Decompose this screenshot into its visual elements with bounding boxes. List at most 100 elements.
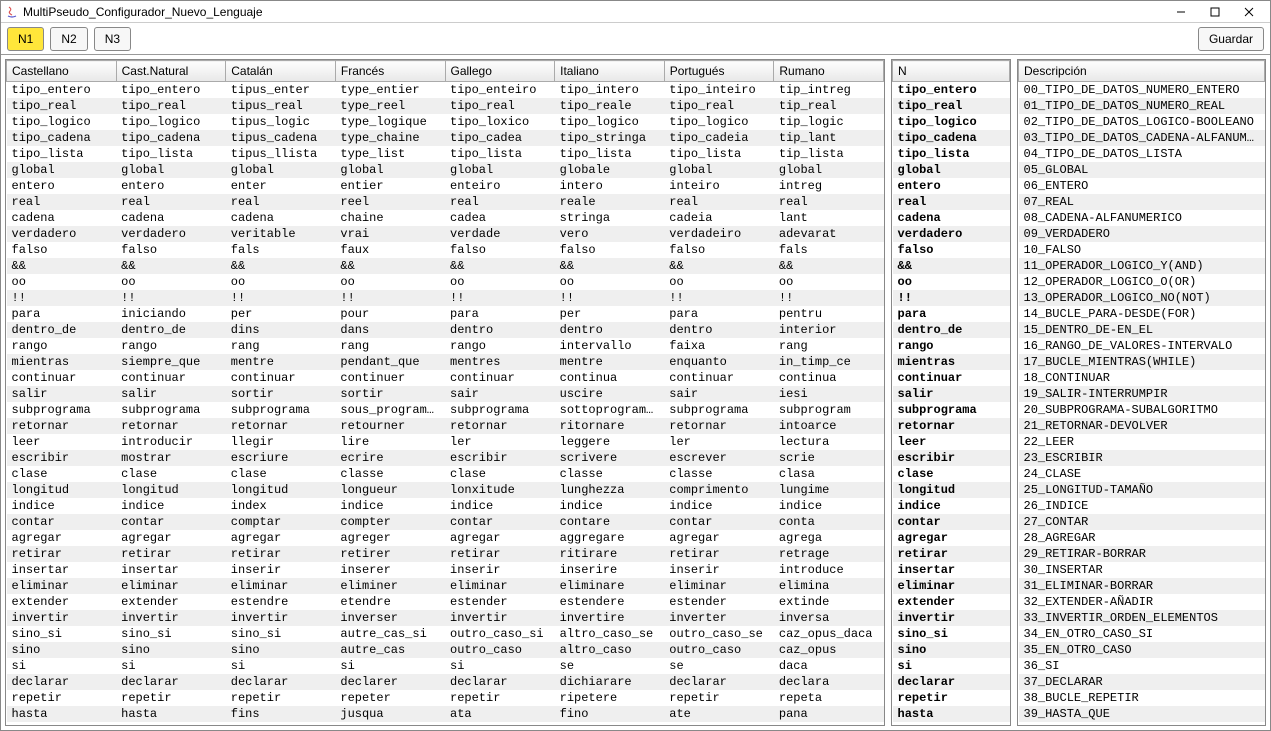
table-row[interactable]: 13_OPERADOR_LOGICO_NO(NOT)	[1019, 290, 1265, 306]
cell[interactable]: 07_REAL	[1019, 194, 1265, 210]
cell[interactable]: se	[664, 658, 774, 674]
cell[interactable]: sino	[7, 642, 117, 658]
table-row[interactable]: salirsalirsortirsortirsairusciresairiesi	[7, 386, 884, 402]
cell[interactable]: lonxitude	[445, 482, 555, 498]
cell[interactable]: sortir	[335, 386, 445, 402]
cell[interactable]: dans	[335, 322, 445, 338]
cell[interactable]: inserir	[226, 562, 336, 578]
cell[interactable]: estendere	[555, 594, 665, 610]
cell[interactable]: indice	[893, 498, 1010, 514]
cell[interactable]: sino_si	[116, 626, 226, 642]
cell[interactable]: global	[664, 162, 774, 178]
cell[interactable]: verdadero	[893, 226, 1010, 242]
cell[interactable]: pentru	[774, 306, 884, 322]
cell[interactable]: tipo_lista	[445, 146, 555, 162]
cell[interactable]: inversa	[774, 610, 884, 626]
table-row[interactable]: 21_RETORNAR-DEVOLVER	[1019, 418, 1265, 434]
cell[interactable]: para	[664, 306, 774, 322]
cell[interactable]: tipo_logico	[116, 114, 226, 130]
cell[interactable]: inverter	[664, 610, 774, 626]
cell[interactable]: global	[7, 162, 117, 178]
cell[interactable]: enquanto	[664, 354, 774, 370]
column-header-lang-6[interactable]: Portugués	[664, 61, 774, 82]
cell[interactable]: retirar	[7, 546, 117, 562]
table-row[interactable]: contarcontarcomptarcomptercontarcontarec…	[7, 514, 884, 530]
cell[interactable]: contare	[555, 514, 665, 530]
cell[interactable]: siempre_que	[116, 354, 226, 370]
cell[interactable]: retornar	[445, 418, 555, 434]
cell[interactable]: faux	[335, 242, 445, 258]
cell[interactable]: indice	[664, 498, 774, 514]
column-header-lang-1[interactable]: Cast.Natural	[116, 61, 226, 82]
cell[interactable]: verdadeiro	[664, 226, 774, 242]
cell[interactable]: continuer	[335, 370, 445, 386]
cell[interactable]: falso	[7, 242, 117, 258]
cell[interactable]: cadena	[116, 210, 226, 226]
cell[interactable]: 36_SI	[1019, 658, 1265, 674]
cell[interactable]: declarar	[893, 674, 1010, 690]
cell[interactable]: ler	[445, 434, 555, 450]
cell[interactable]: lectura	[774, 434, 884, 450]
cell[interactable]: retirar	[116, 546, 226, 562]
cell[interactable]: rang	[335, 338, 445, 354]
cell[interactable]: pana	[774, 706, 884, 722]
cell[interactable]: &&	[226, 258, 336, 274]
table-row[interactable]: 29_RETIRAR-BORRAR	[1019, 546, 1265, 562]
table-row[interactable]: falsofalsofalsfauxfalsofalsofalsofals	[7, 242, 884, 258]
cell[interactable]: tipo_lista	[893, 146, 1010, 162]
cell[interactable]: falso	[116, 242, 226, 258]
cell[interactable]: subprogram	[774, 402, 884, 418]
column-header-desc[interactable]: Descripción	[1019, 61, 1265, 82]
cell[interactable]: tipo_lista	[664, 146, 774, 162]
cell[interactable]: falso	[555, 242, 665, 258]
cell[interactable]: retirar	[893, 546, 1010, 562]
cell[interactable]: pendant_que	[335, 354, 445, 370]
table-row[interactable]: global	[893, 162, 1010, 178]
cell[interactable]: !!	[226, 290, 336, 306]
cell[interactable]: retirar	[226, 546, 336, 562]
cell[interactable]: retornar	[226, 418, 336, 434]
cell[interactable]: &&	[445, 258, 555, 274]
cell[interactable]: cadena	[226, 210, 336, 226]
table-row[interactable]: indice	[893, 498, 1010, 514]
cell[interactable]: longitud	[893, 482, 1010, 498]
cell[interactable]: escriure	[226, 450, 336, 466]
cell[interactable]: ler	[664, 434, 774, 450]
cell[interactable]: rang	[226, 338, 336, 354]
minimize-button[interactable]	[1164, 2, 1198, 22]
table-row[interactable]: extenderextenderestendreetendreestendere…	[7, 594, 884, 610]
cell[interactable]: retornar	[7, 418, 117, 434]
cell[interactable]: agregar	[893, 530, 1010, 546]
cell[interactable]: oo	[445, 274, 555, 290]
table-row[interactable]: 35_EN_OTRO_CASO	[1019, 642, 1265, 658]
cell[interactable]: oo	[116, 274, 226, 290]
table-row[interactable]: 17_BUCLE_MIENTRAS(WHILE)	[1019, 354, 1265, 370]
cell[interactable]: in_timp_ce	[774, 354, 884, 370]
cell[interactable]: reel	[335, 194, 445, 210]
cell[interactable]: pour	[335, 306, 445, 322]
cell[interactable]: para	[7, 306, 117, 322]
cell[interactable]: 33_INVERTIR_ORDEN_ELEMENTOS	[1019, 610, 1265, 626]
table-row[interactable]: longitud	[893, 482, 1010, 498]
cell[interactable]: type_logique	[335, 114, 445, 130]
cell[interactable]: contar	[116, 514, 226, 530]
cell[interactable]: jusqua	[335, 706, 445, 722]
cell[interactable]: retornar	[116, 418, 226, 434]
cell[interactable]: agregar	[7, 530, 117, 546]
cell[interactable]: mentres	[445, 354, 555, 370]
column-header-lang-3[interactable]: Francés	[335, 61, 445, 82]
cell[interactable]: cadeia	[664, 210, 774, 226]
cell[interactable]: tipo_real	[893, 98, 1010, 114]
cell[interactable]: caz_opus	[774, 642, 884, 658]
cell[interactable]: tipo_logico	[893, 114, 1010, 130]
cell[interactable]: invertire	[555, 610, 665, 626]
cell[interactable]: 29_RETIRAR-BORRAR	[1019, 546, 1265, 562]
cell[interactable]: extender	[116, 594, 226, 610]
cell[interactable]: entero	[7, 178, 117, 194]
table-row[interactable]: sino	[893, 642, 1010, 658]
cell[interactable]: indice	[555, 498, 665, 514]
table-row[interactable]: oo	[893, 274, 1010, 290]
cell[interactable]: eliminar	[893, 578, 1010, 594]
cell[interactable]: sino	[116, 642, 226, 658]
cell[interactable]: tipo_enteiro	[445, 82, 555, 99]
